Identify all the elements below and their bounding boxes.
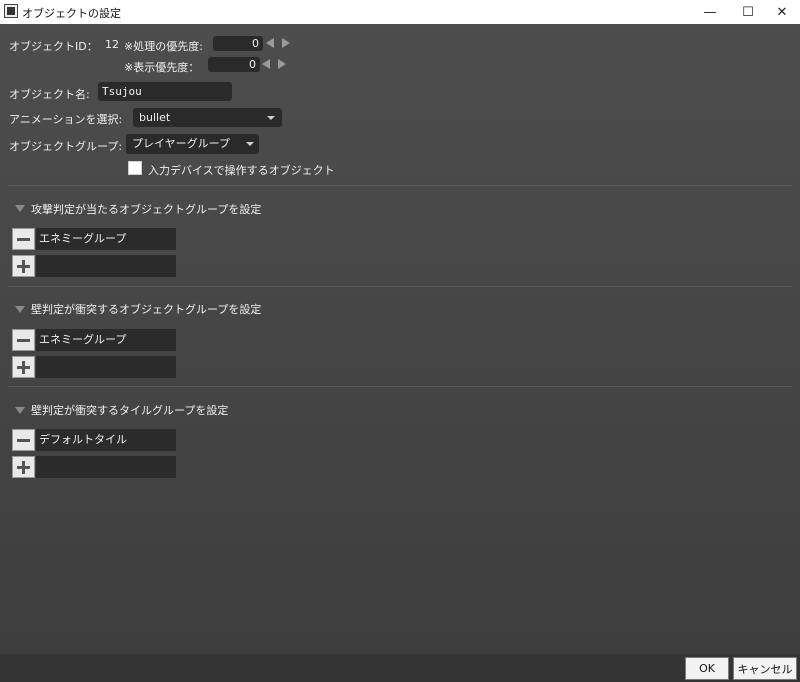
divider: [8, 386, 792, 387]
minimize-button[interactable]: —: [690, 0, 730, 24]
title-bar: オブジェクトの設定 — ☐ ✕: [0, 0, 800, 24]
group-entry-empty[interactable]: [36, 255, 176, 277]
animation-chevron-down-icon[interactable]: [267, 116, 275, 120]
remove-group-button[interactable]: [12, 329, 35, 351]
object-id-value: 12: [105, 38, 119, 51]
group-entry-empty[interactable]: [36, 356, 176, 378]
section-title-wall-tile-groups: 壁判定が衝突するタイルグループを設定: [31, 404, 229, 417]
process-priority-decrement-icon[interactable]: [266, 38, 274, 48]
add-group-button[interactable]: [12, 255, 35, 277]
display-priority-decrement-icon[interactable]: [262, 59, 270, 69]
remove-group-button[interactable]: [12, 228, 35, 250]
dialog-footer: [0, 654, 800, 682]
object-group-chevron-down-icon[interactable]: [246, 142, 254, 146]
object-name-label: オブジェクト名:: [9, 88, 90, 101]
animation-select[interactable]: bullet: [133, 108, 282, 127]
divider: [8, 185, 792, 186]
process-priority-input[interactable]: 0: [213, 36, 263, 51]
plus-icon-vertical: [22, 461, 25, 474]
process-priority-label: ※処理の優先度:: [124, 40, 203, 53]
input-device-checkbox[interactable]: [128, 161, 142, 175]
remove-group-button[interactable]: [12, 429, 35, 451]
minus-icon: [17, 439, 30, 442]
cancel-button[interactable]: キャンセル: [733, 657, 797, 680]
window-title: オブジェクトの設定: [22, 7, 121, 20]
collapse-triangle-icon[interactable]: [15, 205, 25, 212]
minus-icon: [17, 238, 30, 241]
app-icon: [4, 4, 18, 18]
display-priority-increment-icon[interactable]: [278, 59, 286, 69]
add-group-button[interactable]: [12, 456, 35, 478]
collapse-triangle-icon[interactable]: [15, 306, 25, 313]
process-priority-increment-icon[interactable]: [282, 38, 290, 48]
group-entry[interactable]: エネミーグループ: [36, 228, 176, 250]
group-entry[interactable]: エネミーグループ: [36, 329, 176, 351]
collapse-triangle-icon[interactable]: [15, 407, 25, 414]
plus-icon-vertical: [22, 361, 25, 374]
ok-button[interactable]: OK: [685, 657, 729, 680]
object-name-input[interactable]: Tsujou: [98, 82, 232, 101]
input-device-checkbox-label: 入力デバイスで操作するオブジェクト: [148, 164, 335, 177]
animation-label: アニメーションを選択:: [9, 113, 123, 126]
object-group-select[interactable]: プレイヤーグループ: [126, 134, 259, 154]
plus-icon-vertical: [22, 260, 25, 273]
close-button[interactable]: ✕: [762, 0, 800, 24]
display-priority-label: ※表示優先度：: [124, 61, 200, 74]
section-title-wall-object-groups: 壁判定が衝突するオブジェクトグループを設定: [31, 303, 262, 316]
group-entry-empty[interactable]: [36, 456, 176, 478]
group-entry[interactable]: デフォルトタイル: [36, 429, 176, 451]
minus-icon: [17, 339, 30, 342]
section-title-attack-object-groups: 攻撃判定が当たるオブジェクトグループを設定: [31, 203, 262, 216]
object-id-label: オブジェクトID：: [9, 40, 98, 53]
display-priority-input[interactable]: 0: [208, 57, 260, 72]
object-group-label: オブジェクトグループ:: [9, 140, 123, 153]
divider: [8, 286, 792, 287]
add-group-button[interactable]: [12, 356, 35, 378]
